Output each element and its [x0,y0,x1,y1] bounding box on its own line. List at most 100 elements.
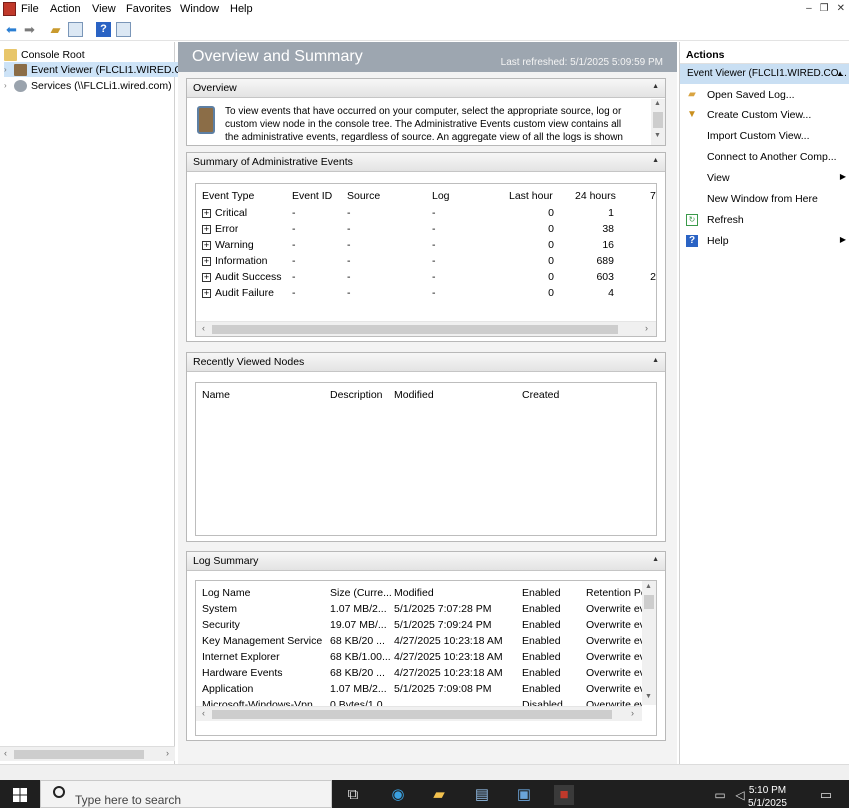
close-icon[interactable]: ✕ [837,3,845,14]
scroll-thumb[interactable] [212,325,618,334]
scroll-right-icon[interactable]: › [631,708,634,718]
tree-item-event-viewer[interactable]: › Event Viewer (FLCLI1.WIRED.CO [4,62,195,77]
scroll-thumb[interactable] [14,750,144,759]
network-icon[interactable]: ▭ [710,785,730,805]
column-header-description[interactable]: Description [330,389,383,401]
scroll-left-icon[interactable]: ‹ [4,748,7,758]
volume-muted-icon[interactable]: ◁ [730,785,750,805]
collapse-icon[interactable]: ▲ [652,83,659,90]
scroll-thumb[interactable] [653,112,663,128]
scroll-thumb[interactable] [644,595,654,609]
show-action-pane-icon[interactable] [116,22,131,37]
scroll-left-icon[interactable]: ‹ [202,708,205,718]
expand-icon[interactable]: + [202,288,211,298]
back-arrow-icon[interactable]: ⬅ [4,22,19,37]
actions-header: Actions [680,42,849,64]
tree-item-label: Event Viewer (FLCLI1.WIRED.CO [31,63,191,76]
overview-vertical-scrollbar[interactable]: ▲ ▼ [651,99,665,145]
column-header-event-type[interactable]: Event Type [202,190,254,202]
action-create-custom-view[interactable]: ▼ Create Custom View... [680,106,849,126]
admin-events-header[interactable]: Summary of Administrative Events ▲ [187,153,665,172]
menu-file[interactable]: File [21,3,39,15]
column-header-24-hours[interactable]: 24 hours [575,190,616,202]
column-header-modified[interactable]: Modified [394,389,434,401]
column-header-log-name[interactable]: Log Name [202,587,250,599]
up-folder-icon[interactable]: ▰ [48,22,63,37]
expand-icon[interactable]: + [202,224,211,234]
collapse-icon[interactable]: ▲ [836,69,844,78]
tree-item-services[interactable]: › Services (\\FLCLi1.wired.com) [4,78,172,93]
forward-arrow-icon[interactable]: ➡ [22,22,37,37]
app-window-icon[interactable]: ▣ [514,785,534,805]
column-header-retention[interactable]: Retention Pc [586,587,646,599]
collapse-icon[interactable]: ▲ [652,157,659,164]
expand-icon[interactable]: + [202,272,211,282]
column-header-log[interactable]: Log [432,190,450,202]
scroll-down-icon[interactable]: ▼ [654,132,661,139]
column-header-size[interactable]: Size (Curre... [330,587,392,599]
restore-icon[interactable]: ❐ [820,3,829,14]
actions-subheader[interactable]: Event Viewer (FLCLI1.WIRED.CO... ▲ [680,64,849,84]
collapse-icon[interactable]: ▲ [652,556,659,563]
search-icon [53,786,65,798]
show-hide-tree-icon[interactable] [68,22,83,37]
help-icon[interactable]: ? [96,22,111,37]
action-help[interactable]: ? Help ▶ [680,232,849,252]
column-header-created[interactable]: Created [522,389,559,401]
action-refresh[interactable]: ↻ Refresh [680,211,849,231]
action-new-window-from-here[interactable]: New Window from Here [680,190,849,210]
scroll-thumb[interactable] [212,710,612,719]
minimize-icon[interactable]: – [806,3,812,14]
tree-item-console-root[interactable]: Console Root [4,47,85,62]
action-connect-to-another-computer[interactable]: Connect to Another Comp... [680,148,849,168]
log-summary-header[interactable]: Log Summary ▲ [187,552,665,571]
expand-icon[interactable]: + [202,256,211,266]
page-title: Overview and Summary [192,48,363,65]
menu-window[interactable]: Window [180,3,219,15]
column-header-source[interactable]: Source [347,190,380,202]
scroll-down-icon[interactable]: ▼ [645,693,652,700]
menu-favorites[interactable]: Favorites [126,3,171,15]
tree-horizontal-scrollbar[interactable]: ‹ › [0,746,175,761]
scroll-right-icon[interactable]: › [645,323,648,333]
overview-header[interactable]: Overview ▲ [187,79,665,98]
column-header-name[interactable]: Name [202,389,230,401]
menu-view[interactable]: View [92,3,116,15]
windows-start-icon[interactable] [13,788,27,802]
taskbar-clock[interactable]: 5:10 PM 5/1/2025 [748,784,787,810]
recent-nodes-panel: Recently Viewed Nodes ▲ Name Description… [186,352,666,542]
file-explorer-icon[interactable]: ▰ [429,785,449,805]
column-header-event-id[interactable]: Event ID [292,190,332,202]
expand-icon[interactable]: + [202,208,211,218]
column-header-enabled[interactable]: Enabled [522,587,561,599]
menu-action[interactable]: Action [50,3,81,15]
last-refreshed-text: Last refreshed: 5/1/2025 5:09:59 PM [500,57,663,68]
scroll-up-icon[interactable]: ▲ [654,100,661,107]
server-manager-icon[interactable]: ▤ [472,785,492,805]
expand-icon[interactable]: + [202,240,211,250]
collapse-icon[interactable]: ▲ [652,357,659,364]
column-header-last-hour[interactable]: Last hour [509,190,553,202]
log-summary-panel: Log Summary ▲ Log Name Size (Curre... Mo… [186,551,666,741]
admin-events-horizontal-scrollbar[interactable]: ‹ › [196,321,656,336]
chevron-right-icon[interactable]: › [4,65,14,74]
scroll-left-icon[interactable]: ‹ [202,323,205,333]
taskbar-search-box[interactable]: Type here to search [40,780,332,808]
column-header-7-days[interactable]: 7 [650,190,656,202]
log-summary-vertical-scrollbar[interactable]: ▲ ▼ [642,581,656,705]
column-header-modified[interactable]: Modified [394,587,434,599]
log-summary-horizontal-scrollbar[interactable]: ‹ › [196,706,642,721]
action-import-custom-view[interactable]: Import Custom View... [680,127,849,147]
notification-icon[interactable]: ▭ [816,785,836,805]
action-view[interactable]: View ▶ [680,169,849,189]
recent-nodes-header[interactable]: Recently Viewed Nodes ▲ [187,353,665,372]
event-viewer-taskbar-icon[interactable]: ■ [554,785,574,805]
action-open-saved-log[interactable]: ▰ Open Saved Log... [680,86,849,106]
scroll-up-icon[interactable]: ▲ [645,583,652,590]
menu-help[interactable]: Help [230,3,253,15]
scroll-right-icon[interactable]: › [166,748,169,758]
overview-panel: Overview ▲ To view events that have occu… [186,78,666,146]
task-view-icon[interactable]: ⧉ [343,785,363,805]
edge-browser-icon[interactable]: ◉ [388,785,408,805]
chevron-right-icon[interactable]: › [4,81,14,90]
